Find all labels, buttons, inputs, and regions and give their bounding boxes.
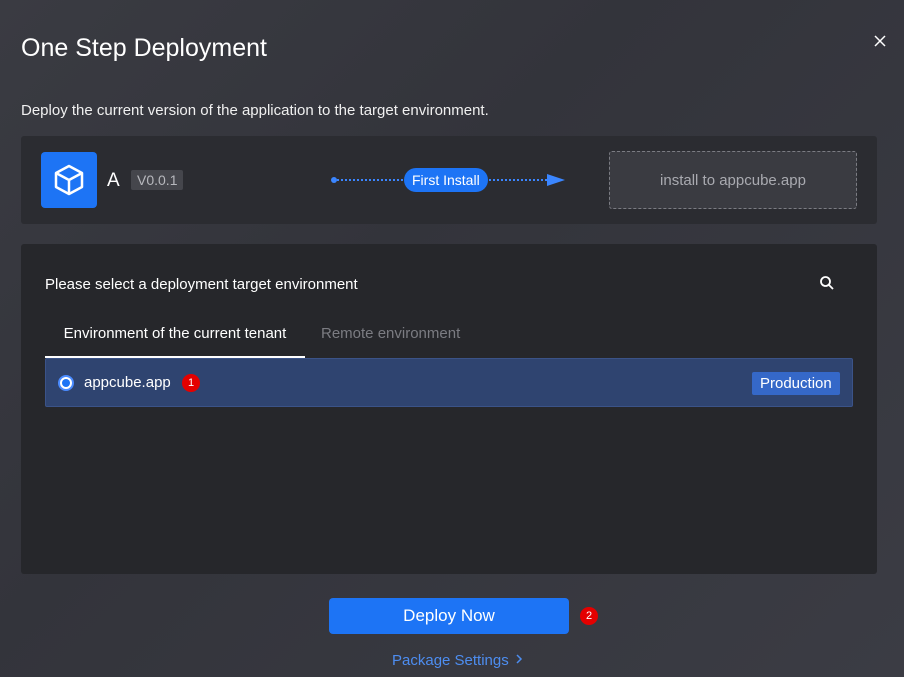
environment-list-item[interactable]: appcube.app 1 Production <box>45 358 853 407</box>
chevron-right-icon <box>515 652 523 669</box>
search-icon[interactable] <box>818 274 836 292</box>
environment-panel: Please select a deployment target enviro… <box>21 244 877 574</box>
app-version-badge: V0.0.1 <box>131 170 184 190</box>
dialog-subtitle: Deploy the current version of the applic… <box>21 102 489 119</box>
dialog-title: One Step Deployment <box>21 34 267 62</box>
deploy-now-button[interactable]: Deploy Now <box>329 598 569 634</box>
arrow-right-icon <box>547 174 565 186</box>
close-icon[interactable] <box>870 31 890 51</box>
app-name: A <box>107 170 120 191</box>
step-marker-1: 1 <box>182 374 200 392</box>
environment-tag: Production <box>752 372 840 395</box>
environment-name: appcube.app <box>84 374 171 391</box>
install-target-box: install to appcube.app <box>609 151 857 209</box>
install-flow: First Install <box>331 168 571 192</box>
first-install-badge: First Install <box>404 168 488 192</box>
app-card: A V0.0.1 First Install install to appcub… <box>21 136 877 224</box>
step-marker-2: 2 <box>580 607 598 625</box>
cube-icon <box>41 152 97 208</box>
deployment-dialog: One Step Deployment Deploy the current v… <box>0 0 904 677</box>
tab-current-tenant[interactable]: Environment of the current tenant <box>45 314 305 358</box>
package-settings-label: Package Settings <box>392 652 509 669</box>
environment-radio[interactable] <box>58 375 74 391</box>
environment-tabs: Environment of the current tenant Remote… <box>45 314 853 358</box>
package-settings-link[interactable]: Package Settings <box>392 652 523 669</box>
tab-remote-environment[interactable]: Remote environment <box>321 314 460 358</box>
environment-heading: Please select a deployment target enviro… <box>45 276 358 293</box>
